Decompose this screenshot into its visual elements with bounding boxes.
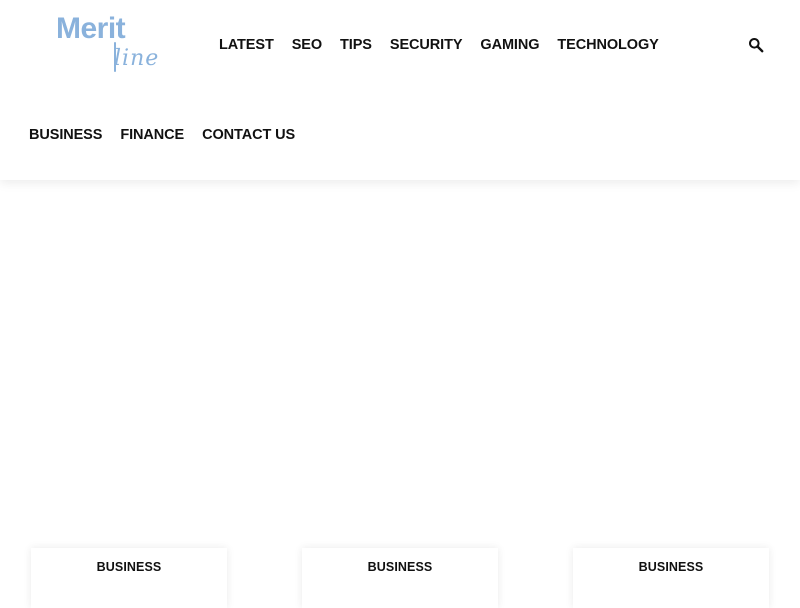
nav-item-tips[interactable]: TIPS [331,37,381,53]
card-category-label[interactable]: BUSINESS [302,560,498,574]
card-category-label[interactable]: BUSINESS [31,560,227,574]
nav-item-contact-us[interactable]: CONTACT US [193,127,304,143]
logo-sub-text: line [114,46,160,71]
logo-main-text: Merit [56,12,126,45]
search-icon [749,38,764,53]
nav-item-latest[interactable]: LATEST [210,37,283,53]
site-header: Merit line LATEST SEO TIPS SECURITY GAMI… [0,0,800,180]
post-card[interactable]: BUSINESS [31,548,227,608]
post-card[interactable]: BUSINESS [573,548,769,608]
nav-item-technology[interactable]: TECHNOLOGY [548,37,667,53]
hero-area [0,180,800,540]
primary-nav: LATEST SEO TIPS SECURITY GAMING TECHNOLO… [210,34,668,56]
card-category-label[interactable]: BUSINESS [573,560,769,574]
secondary-nav: BUSINESS FINANCE CONTACT US [20,124,304,146]
nav-item-business[interactable]: BUSINESS [20,127,111,143]
search-button[interactable] [744,33,768,57]
nav-item-security[interactable]: SECURITY [381,37,472,53]
post-card[interactable]: BUSINESS [302,548,498,608]
post-cards: BUSINESS BUSINESS BUSINESS [0,548,800,608]
nav-item-gaming[interactable]: GAMING [471,37,548,53]
nav-item-seo[interactable]: SEO [283,37,331,53]
site-logo[interactable]: Merit line [54,12,169,82]
nav-item-finance[interactable]: FINANCE [111,127,193,143]
